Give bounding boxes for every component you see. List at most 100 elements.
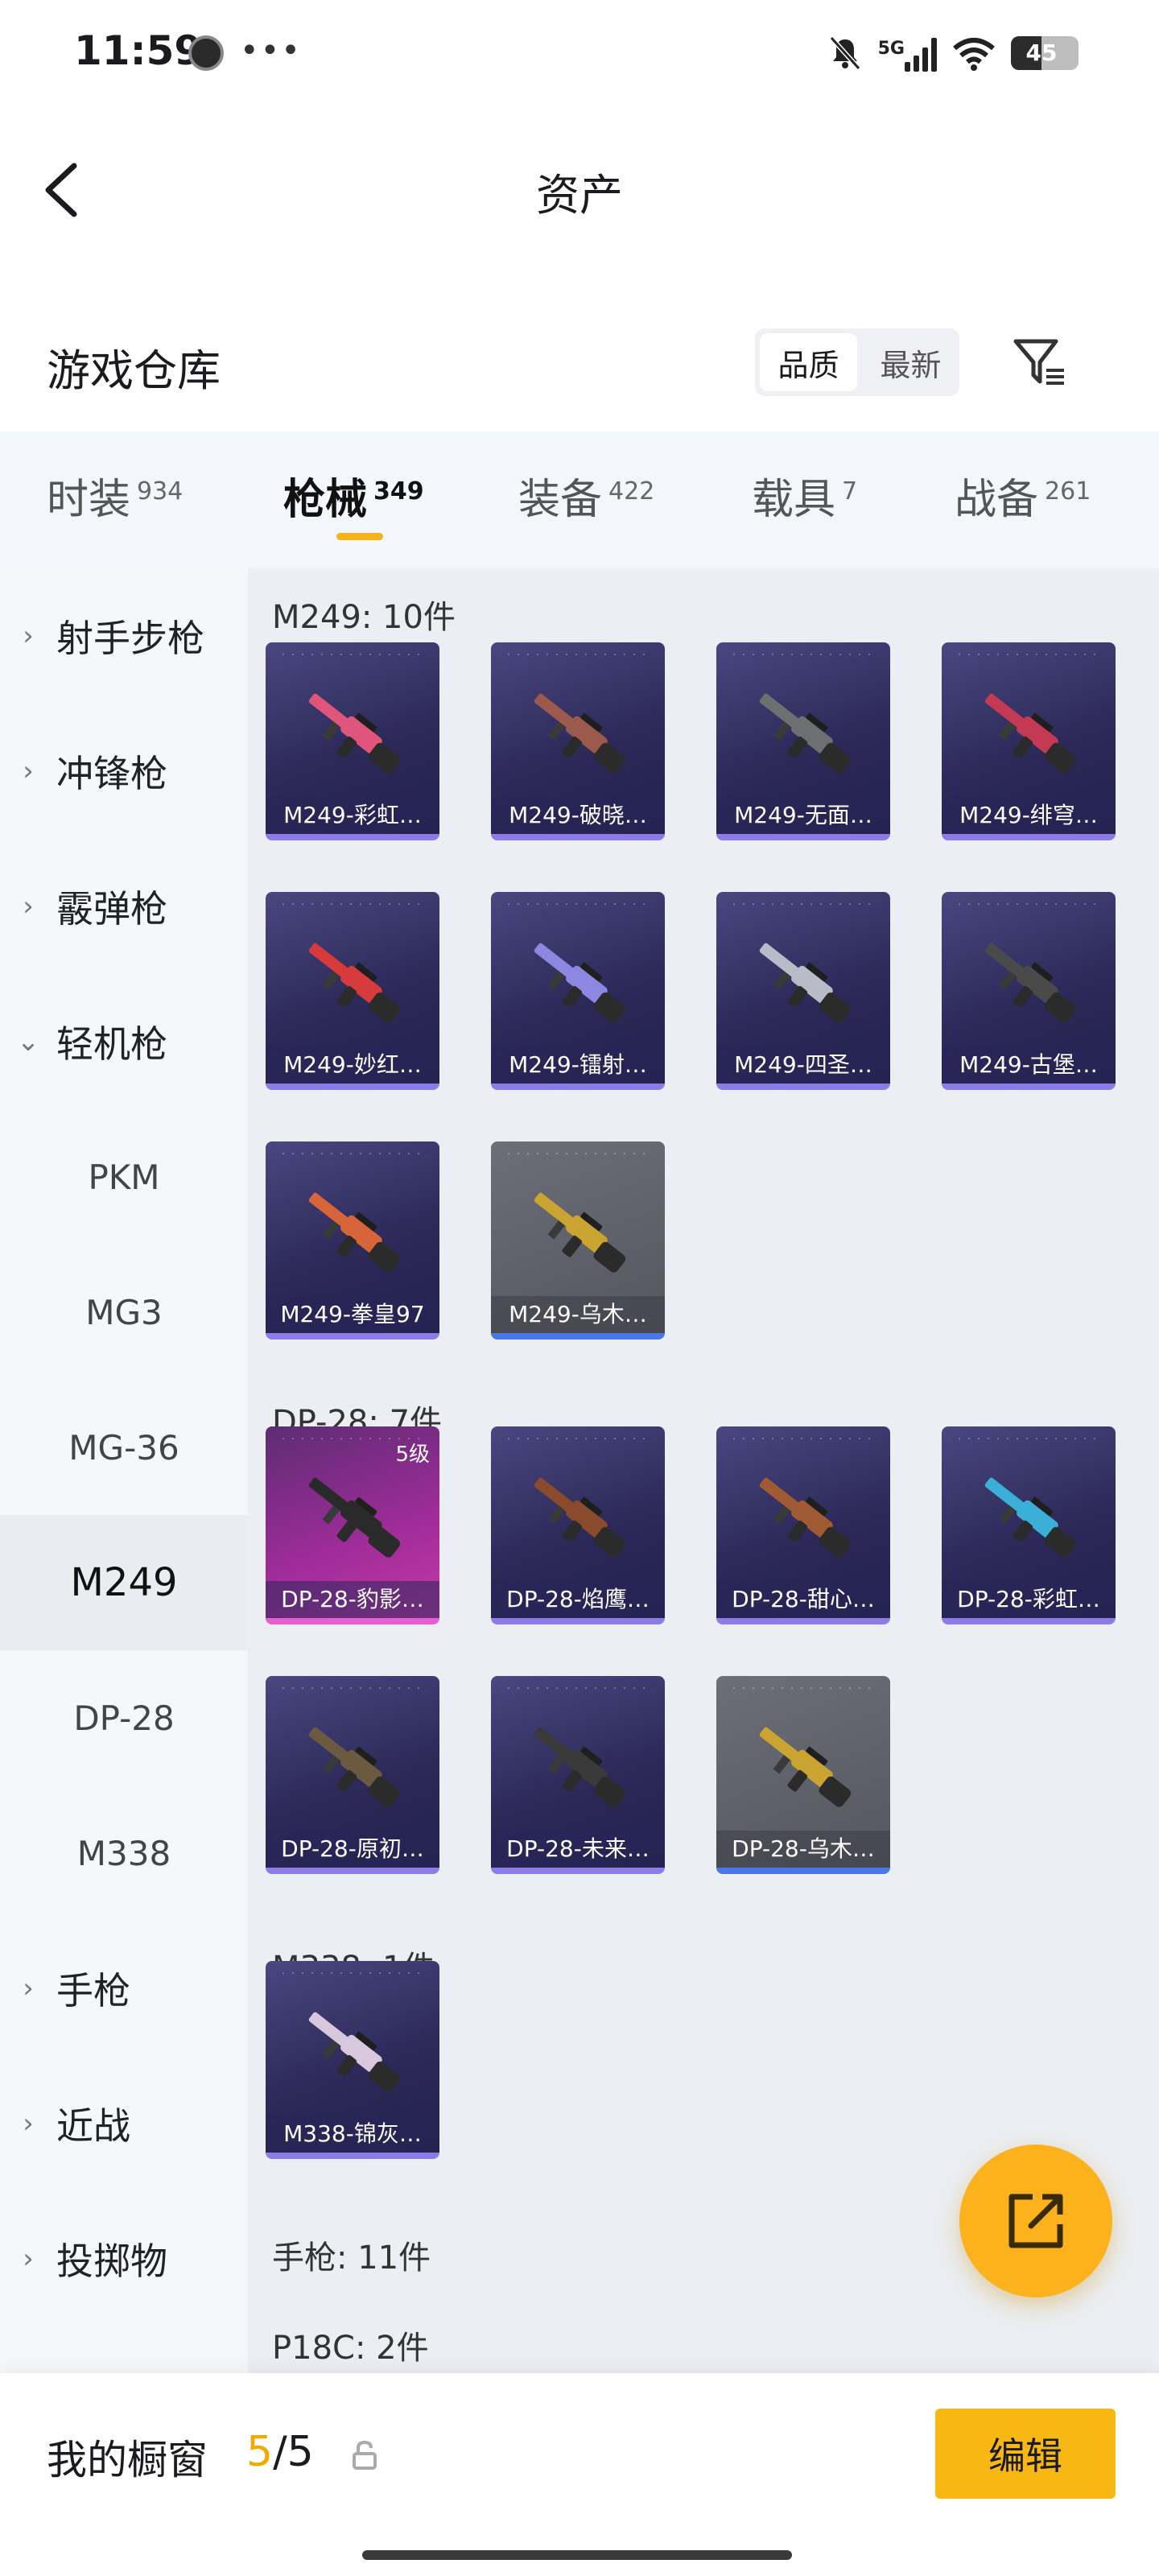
sidebar-subitem-mg3[interactable]: MG3: [0, 1245, 248, 1380]
item-card[interactable]: M338-锦灰…: [266, 1961, 439, 2159]
tab-firearms[interactable]: 枪械 349: [283, 465, 424, 526]
weapon-image: [308, 1477, 401, 1558]
item-name: M249-绯穹…: [942, 797, 1116, 834]
lock-icon: [353, 2440, 377, 2470]
item-card[interactable]: DP-28-乌木…: [716, 1676, 890, 1874]
sort-newest-button[interactable]: 最新: [862, 328, 959, 396]
weapon-image: [534, 943, 626, 1023]
chevron-right-icon: ›: [23, 1972, 34, 2004]
item-card[interactable]: M249-拳皇97: [266, 1141, 439, 1340]
item-card[interactable]: M249-无面…: [716, 642, 890, 840]
sidebar-subitem-m249[interactable]: M249: [0, 1515, 248, 1650]
card-pattern: [504, 1150, 649, 1158]
sidebar-item-lmg[interactable]: ⌄ 轻机枪: [0, 974, 248, 1109]
card-pattern: [729, 1435, 874, 1443]
item-card[interactable]: M249-古堡…: [942, 892, 1116, 1090]
item-name: DP-28-豹影…: [266, 1581, 439, 1618]
card-pattern: [504, 1435, 649, 1443]
sidebar-subitem-dp28[interactable]: DP-28: [0, 1650, 248, 1785]
card-pattern: [278, 1969, 423, 1977]
battery-level: 45: [1025, 39, 1058, 66]
showcase-count: 5/5: [246, 2428, 314, 2476]
sidebar-item-label: 手枪: [56, 1969, 130, 2013]
item-card[interactable]: DP-28-彩虹…: [942, 1426, 1116, 1624]
item-card[interactable]: M249-破晓…: [491, 642, 665, 840]
item-name: DP-28-甜心…: [716, 1581, 890, 1618]
sidebar-item-smg[interactable]: › 冲锋枪: [0, 704, 248, 839]
item-card[interactable]: DP-28-甜心…: [716, 1426, 890, 1624]
sidebar-subitem-pkm[interactable]: PKM: [0, 1109, 248, 1245]
item-card[interactable]: DP-28-焰鹰…: [491, 1426, 665, 1624]
item-card[interactable]: DP-28-未来…: [491, 1676, 665, 1874]
tab-fashion[interactable]: 时装 934: [47, 465, 183, 526]
item-name: M249-拳皇97: [266, 1296, 439, 1333]
tab-count: 7: [842, 477, 858, 506]
sort-quality-button[interactable]: 品质: [760, 333, 857, 391]
battery-icon: 45: [1011, 36, 1079, 70]
item-card[interactable]: M249-绯穹…: [942, 642, 1116, 840]
weapon-image: [534, 1477, 626, 1558]
sort-toggle: 品质 最新: [755, 328, 959, 396]
share-button[interactable]: [959, 2145, 1112, 2297]
tab-count: 261: [1045, 477, 1091, 506]
card-pattern: [504, 1684, 649, 1692]
sidebar: › 射手步枪 › 冲锋枪 › 霰弹枪 ⌄ 轻机枪 PKM MG3 MG-36 M…: [0, 568, 248, 2373]
tab-equipment[interactable]: 装备 422: [518, 465, 654, 526]
sidebar-item-marksman-rifles[interactable]: › 射手步枪: [0, 568, 248, 704]
weapon-image: [984, 1477, 1077, 1558]
home-indicator: [362, 2550, 792, 2560]
card-pattern: [955, 1435, 1099, 1443]
chevron-right-icon: ›: [23, 890, 34, 923]
weapon-image: [534, 693, 626, 774]
tab-label: 枪械: [283, 476, 368, 524]
clock-icon: [188, 35, 224, 71]
mute-icon: [829, 35, 860, 71]
item-card[interactable]: M249-妙红…: [266, 892, 439, 1090]
tab-supplies[interactable]: 战备 261: [955, 465, 1091, 526]
filter-icon[interactable]: [1011, 333, 1069, 391]
card-pattern: [278, 1150, 423, 1158]
item-card[interactable]: M249-彩虹…: [266, 642, 439, 840]
sidebar-item-label: 霰弹枪: [56, 887, 167, 931]
item-card[interactable]: M249-乌木…: [491, 1141, 665, 1340]
status-bar: 11:59 ••• 5G 45: [0, 0, 1159, 105]
weapon-image: [308, 1192, 401, 1273]
item-name: DP-28-乌木…: [716, 1831, 890, 1868]
chevron-right-icon: ›: [23, 2243, 34, 2275]
sidebar-subitem-m338[interactable]: M338: [0, 1785, 248, 1921]
item-name: M249-镭射…: [491, 1046, 665, 1084]
item-card[interactable]: DP-28-豹影… 5级: [266, 1426, 439, 1624]
card-pattern: [278, 900, 423, 908]
weapon-image: [759, 1727, 852, 1807]
showcase-count-total: /5: [273, 2428, 314, 2476]
group-label-p18c: P18C: 2件: [272, 2330, 429, 2367]
chevron-right-icon: ›: [23, 755, 34, 787]
sidebar-item-shotguns[interactable]: › 霰弹枪: [0, 839, 248, 974]
status-icons: 5G 45: [827, 29, 1079, 77]
card-pattern: [955, 900, 1099, 908]
edit-button[interactable]: 编辑: [935, 2409, 1116, 2499]
item-card[interactable]: M249-四圣…: [716, 892, 890, 1090]
tab-count: 422: [608, 477, 655, 506]
tab-vehicles[interactable]: 载具 7: [752, 465, 857, 526]
tab-label: 装备: [518, 476, 603, 524]
item-card[interactable]: M249-镭射…: [491, 892, 665, 1090]
item-level-badge: 5级: [395, 1443, 430, 1467]
warehouse-title: 游戏仓库: [47, 345, 221, 396]
item-name: M249-乌木…: [491, 1296, 665, 1333]
chevron-right-icon: ›: [23, 620, 34, 652]
sidebar-subitem-mg36[interactable]: MG-36: [0, 1380, 248, 1515]
card-pattern: [729, 1684, 874, 1692]
weapon-image: [308, 943, 401, 1023]
sidebar-item-pistols[interactable]: › 手枪: [0, 1921, 248, 2056]
item-name: M249-破晓…: [491, 797, 665, 834]
item-card[interactable]: DP-28-原初…: [266, 1676, 439, 1874]
tab-label: 时装: [47, 476, 131, 524]
sidebar-item-melee[interactable]: › 近战: [0, 2056, 248, 2191]
chevron-down-icon: ⌄: [16, 1026, 40, 1058]
page-title: 资产: [536, 170, 623, 221]
weapon-image: [534, 1192, 626, 1273]
group-label-pistols: 手枪: 11件: [272, 2240, 431, 2277]
weapon-image: [984, 943, 1077, 1023]
sidebar-item-throwables[interactable]: › 投掷物: [0, 2191, 248, 2326]
